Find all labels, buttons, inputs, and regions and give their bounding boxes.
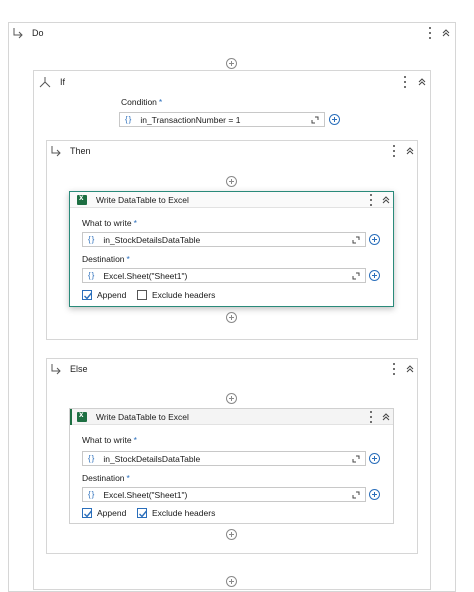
append-checkbox[interactable]: [82, 508, 93, 518]
destination-add-button[interactable]: [369, 489, 380, 500]
destination-value: Excel.Sheet("Sheet1"): [103, 270, 188, 281]
exclude-headers-label: Exclude headers: [152, 290, 216, 300]
else-add-before-button[interactable]: [226, 393, 237, 404]
condition-label: Condition *: [121, 97, 163, 107]
exclude-headers-label: Exclude headers: [152, 508, 216, 518]
activity-header[interactable]: Write DataTable to Excel: [70, 192, 393, 208]
activity-title: Write DataTable to Excel: [96, 412, 189, 422]
then-add-before-button[interactable]: [226, 176, 237, 187]
what-to-write-label: What to write *: [82, 218, 137, 228]
do-label: Do: [32, 28, 44, 38]
destination-field[interactable]: {} Excel.Sheet("Sheet1"): [82, 487, 366, 502]
activity-more-menu-icon[interactable]: [366, 194, 376, 206]
activity-title: Write DataTable to Excel: [96, 195, 189, 205]
if-label: If: [60, 77, 66, 87]
if-more-menu-icon[interactable]: [400, 76, 410, 88]
activity-collapse-icon[interactable]: [381, 412, 391, 422]
condition-value: in_TransactionNumber = 1: [140, 114, 241, 125]
what-to-write-add-button[interactable]: [369, 234, 380, 245]
expand-editor-icon[interactable]: [352, 236, 360, 244]
if-header[interactable]: If: [38, 75, 65, 89]
then-arrow-icon: [51, 146, 61, 157]
destination-value: Excel.Sheet("Sheet1"): [103, 489, 188, 500]
if-collapse-icon[interactable]: [417, 77, 427, 87]
destination-label: Destination *: [82, 254, 130, 264]
what-to-write-add-button[interactable]: [369, 453, 380, 464]
then-write-datatable-activity[interactable]: Write DataTable to Excel What to write* …: [69, 191, 394, 307]
checkmark-icon: [139, 510, 148, 518]
branch-arrow-icon: [13, 28, 23, 39]
then-more-menu-icon[interactable]: [389, 145, 399, 157]
expand-editor-icon[interactable]: [352, 491, 360, 499]
else-collapse-icon[interactable]: [405, 364, 415, 374]
do-header[interactable]: Do: [12, 26, 44, 40]
append-label: Append: [97, 508, 127, 518]
checkmark-icon: [84, 292, 93, 300]
expression-brace-icon: {}: [88, 490, 96, 499]
do-collapse-icon[interactable]: [441, 28, 451, 38]
add-activity-button[interactable]: [226, 58, 237, 69]
condition-add-button[interactable]: [329, 114, 340, 125]
if-add-after-button[interactable]: [226, 576, 237, 587]
expand-editor-icon[interactable]: [352, 455, 360, 463]
else-write-datatable-activity[interactable]: Write DataTable to Excel What to write* …: [69, 408, 394, 524]
destination-field[interactable]: {} Excel.Sheet("Sheet1"): [82, 268, 366, 283]
activity-header[interactable]: Write DataTable to Excel: [70, 409, 393, 425]
condition-field[interactable]: {} in_TransactionNumber = 1: [119, 112, 325, 127]
exclude-headers-checkbox[interactable]: [137, 508, 148, 518]
else-add-after-button[interactable]: [226, 529, 237, 540]
destination-label: Destination *: [82, 473, 130, 483]
else-header[interactable]: Else: [50, 362, 88, 376]
expression-brace-icon: {}: [88, 454, 96, 463]
excel-icon: [77, 410, 87, 422]
checkmark-icon: [84, 510, 93, 518]
else-label: Else: [70, 364, 88, 374]
then-label: Then: [70, 146, 91, 156]
what-to-write-value: in_StockDetailsDataTable: [103, 453, 201, 464]
activity-more-menu-icon[interactable]: [366, 411, 376, 423]
then-add-after-button[interactable]: [226, 312, 237, 323]
excel-icon: [77, 193, 87, 205]
what-to-write-value: in_StockDetailsDataTable: [103, 234, 201, 245]
what-to-write-field[interactable]: {} in_StockDetailsDataTable: [82, 451, 366, 466]
activity-collapse-icon[interactable]: [381, 195, 391, 205]
expand-editor-icon[interactable]: [311, 116, 319, 124]
append-checkbox[interactable]: [82, 290, 93, 300]
what-to-write-label: What to write *: [82, 435, 137, 445]
else-arrow-icon: [51, 364, 61, 375]
expression-brace-icon: {}: [88, 235, 96, 244]
append-label: Append: [97, 290, 127, 300]
do-more-menu-icon[interactable]: [425, 27, 435, 39]
activity-accent-bar: [70, 409, 72, 425]
expression-brace-icon: {}: [125, 115, 133, 124]
then-collapse-icon[interactable]: [405, 146, 415, 156]
else-more-menu-icon[interactable]: [389, 363, 399, 375]
what-to-write-field[interactable]: {} in_StockDetailsDataTable: [82, 232, 366, 247]
then-header[interactable]: Then: [50, 144, 91, 158]
exclude-headers-checkbox[interactable]: [137, 290, 147, 300]
expand-editor-icon[interactable]: [352, 272, 360, 280]
if-branch-icon: [39, 76, 51, 87]
destination-add-button[interactable]: [369, 270, 380, 281]
expression-brace-icon: {}: [88, 271, 96, 280]
